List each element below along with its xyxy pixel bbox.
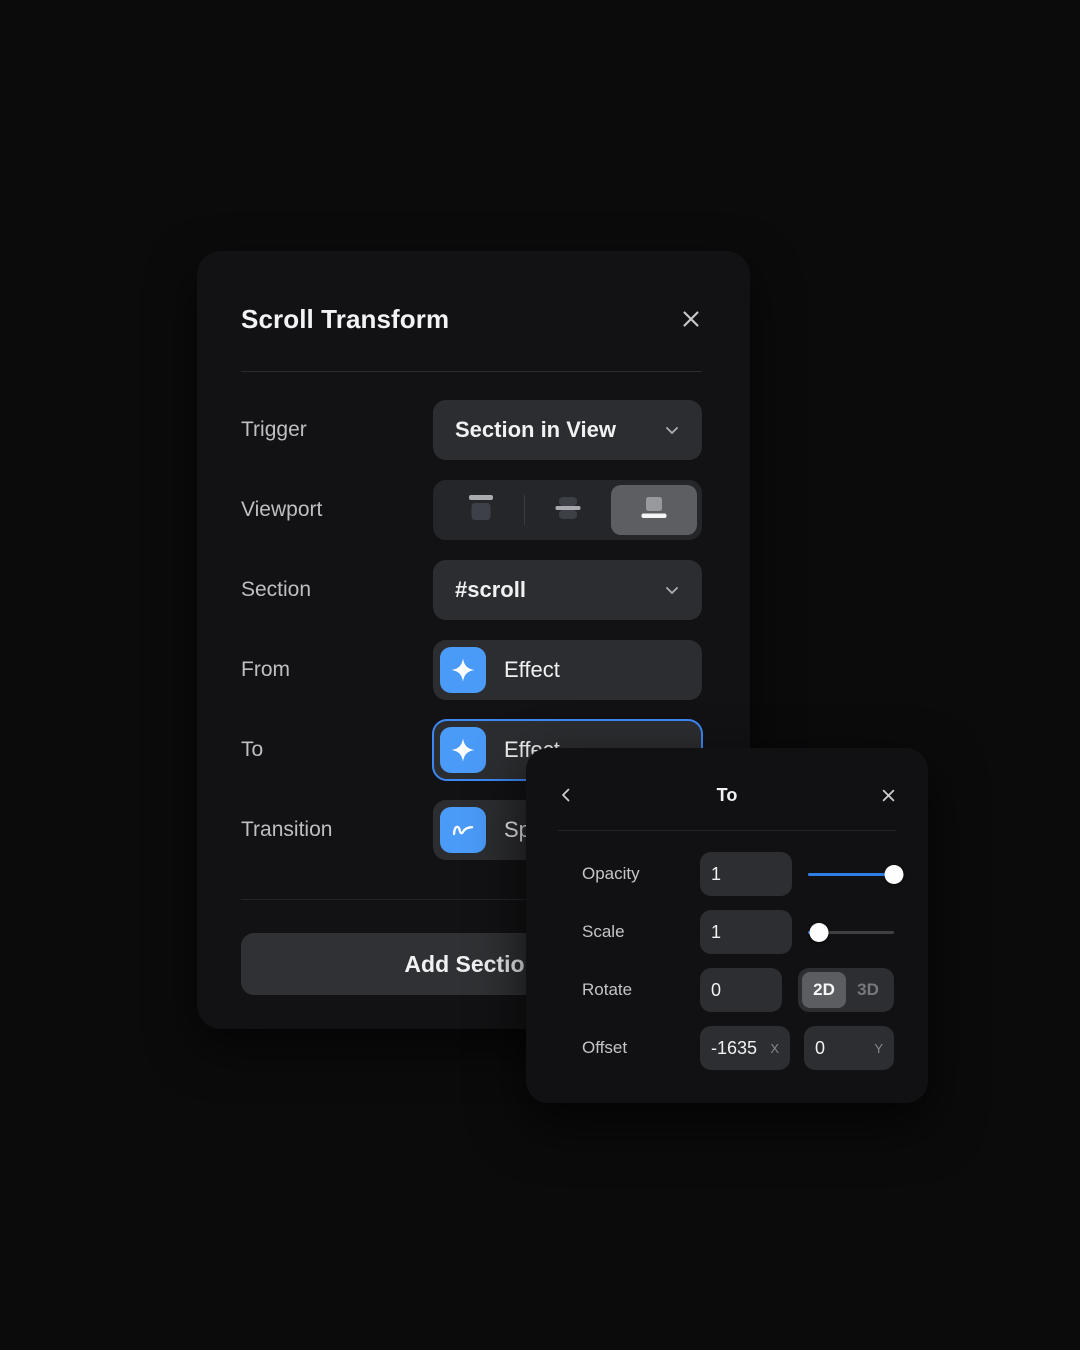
trigger-select[interactable]: Section in View — [433, 400, 702, 460]
scale-slider[interactable] — [808, 910, 894, 954]
chevron-down-icon — [662, 580, 682, 600]
viewport-middle-icon — [550, 491, 586, 530]
scale-value: 1 — [711, 921, 722, 942]
opacity-label: Opacity — [582, 864, 640, 883]
chevron-down-icon — [662, 420, 682, 440]
section-value: #scroll — [455, 577, 526, 602]
offset-y-value: 0 — [815, 1037, 826, 1058]
close-icon[interactable] — [874, 781, 902, 809]
trigger-value: Section in View — [455, 417, 616, 442]
viewport-top-icon — [463, 491, 499, 530]
to-popover-panel: To Opacity 1 Scale 1 Rotate 0 2D 3D Offs… — [526, 748, 928, 1103]
viewport-bottom-icon — [636, 491, 672, 530]
sparkle-icon — [440, 727, 486, 773]
viewport-label: Viewport — [241, 498, 323, 521]
offset-y-input[interactable]: 0 Y — [804, 1026, 894, 1070]
page-title: Scroll Transform — [241, 303, 450, 334]
scale-input[interactable]: 1 — [700, 910, 792, 954]
slider-fill — [808, 872, 894, 876]
rotate-input[interactable]: 0 — [700, 968, 782, 1012]
from-value: Effect — [504, 657, 560, 682]
offset-label: Offset — [582, 1038, 628, 1057]
rotate-2d-option[interactable]: 2D — [802, 972, 846, 1008]
rotate-3d-option[interactable]: 3D — [846, 972, 890, 1008]
from-label: From — [241, 658, 290, 681]
row-rotate: Rotate 0 2D 3D — [582, 968, 894, 1012]
section-label: Section — [241, 578, 312, 601]
from-effect-button[interactable]: Effect — [433, 640, 702, 700]
offset-y-unit: Y — [874, 1040, 883, 1056]
row-section: Section #scroll — [241, 559, 702, 621]
viewport-middle-option[interactable] — [525, 485, 611, 535]
row-opacity: Opacity 1 — [582, 852, 904, 896]
row-from: From Effect — [241, 639, 702, 701]
row-scale: Scale 1 — [582, 910, 894, 954]
row-trigger: Trigger Section in View — [241, 399, 702, 461]
opacity-slider[interactable] — [808, 852, 904, 896]
offset-x-value: -1635 — [711, 1037, 758, 1058]
slider-knob[interactable] — [809, 922, 829, 942]
screen-root: Scroll Transform Trigger Section in View — [0, 0, 1080, 1350]
section-select[interactable]: #scroll — [433, 560, 702, 620]
viewport-toggle-group — [433, 480, 702, 540]
viewport-top-option[interactable] — [438, 485, 524, 535]
sparkle-icon — [440, 647, 486, 693]
offset-x-unit: X — [770, 1040, 779, 1056]
header-divider — [241, 371, 702, 372]
close-icon[interactable] — [676, 304, 706, 334]
scale-label: Scale — [582, 922, 625, 941]
row-viewport: Viewport — [241, 479, 702, 541]
opacity-value: 1 — [711, 863, 722, 884]
offset-x-input[interactable]: -1635 X — [700, 1026, 790, 1070]
panel-header: Scroll Transform — [241, 299, 706, 339]
spring-curve-icon — [440, 807, 486, 853]
transition-label: Transition — [241, 818, 333, 841]
trigger-label: Trigger — [241, 418, 307, 441]
row-offset: Offset -1635 X 0 Y — [582, 1026, 894, 1070]
popover-divider — [558, 830, 896, 831]
chevron-left-icon[interactable] — [552, 781, 580, 809]
opacity-input[interactable]: 1 — [700, 852, 792, 896]
to-label: To — [241, 738, 264, 761]
popover-header: To — [552, 778, 902, 812]
rotate-value: 0 — [711, 979, 722, 1000]
slider-knob[interactable] — [884, 864, 904, 884]
popover-rows: Opacity 1 Scale 1 Rotate 0 2D 3D Offset … — [582, 852, 904, 1070]
viewport-bottom-option[interactable] — [611, 485, 697, 535]
rotate-dimension-toggle: 2D 3D — [798, 968, 894, 1012]
popover-title: To — [716, 784, 738, 805]
rotate-label: Rotate — [582, 980, 633, 999]
